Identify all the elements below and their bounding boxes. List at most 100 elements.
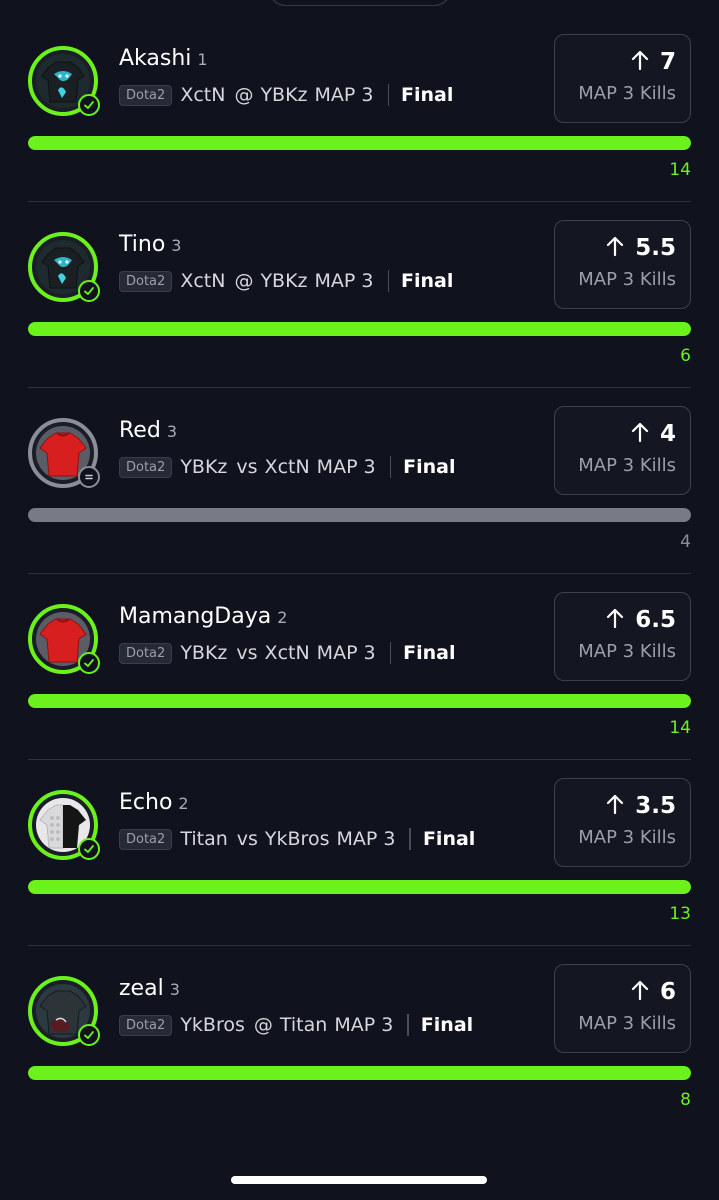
meta-divider [389, 642, 392, 664]
match-info: Dota2 YBKz vs XctN MAP 3 Final [119, 642, 456, 664]
progress-fill [28, 694, 691, 708]
arrow-up-icon [605, 793, 625, 819]
stat-label: MAP 3 Kills [578, 1013, 676, 1034]
pick-card[interactable]: Tino 3 Dota2 XctN @ YBKz MAP 3 Final 5.5 … [0, 216, 719, 402]
match-info: Dota2 YkBros @ Titan MAP 3 Final [119, 1014, 473, 1036]
team-name: YkBros [180, 1014, 245, 1036]
projection-box[interactable]: 3.5 MAP 3 Kills [554, 778, 691, 867]
progress-bar [28, 322, 691, 336]
check-icon [78, 94, 100, 116]
progress-fill [28, 322, 691, 336]
pick-card[interactable]: Echo 2 Dota2 Titan vs YkBros MAP 3 Final … [0, 774, 719, 960]
player-name-text: Akashi [119, 46, 192, 71]
game-status: Final [420, 1014, 474, 1036]
game-status: Final [403, 456, 456, 478]
line-value: 6 [659, 979, 676, 1005]
progress-fill [28, 508, 691, 522]
map-label: MAP 3 [314, 270, 374, 292]
opponent-name: XctN [264, 456, 310, 478]
stat-label: MAP 3 Kills [578, 641, 676, 662]
actual-result: 6 [680, 346, 691, 366]
match-info: Dota2 YBKz vs XctN MAP 3 Final [119, 456, 456, 478]
projection-line: 3.5 [605, 793, 676, 819]
match-connector: vs [236, 828, 258, 850]
player-avatar [28, 790, 100, 860]
player-name-text: MamangDaya [119, 604, 272, 629]
match-info: Dota2 XctN @ YBKz MAP 3 Final [119, 84, 453, 106]
map-label: MAP 3 [314, 84, 374, 106]
team-name: XctN [180, 84, 226, 106]
team-name: YBKz [180, 642, 228, 664]
player-name-text: Tino [119, 232, 166, 257]
progress-bar [28, 880, 691, 894]
top-segment-tab[interactable] [268, 0, 452, 6]
pick-card[interactable]: Akashi 1 Dota2 XctN @ YBKz MAP 3 Final 7 … [0, 30, 719, 216]
game-status: Final [422, 828, 476, 850]
stat-label: MAP 3 Kills [578, 827, 676, 848]
player-avatar [28, 418, 100, 488]
actual-result: 13 [669, 904, 691, 924]
stat-label: MAP 3 Kills [578, 455, 676, 476]
player-slot: 2 [277, 608, 288, 627]
projection-box[interactable]: 5.5 MAP 3 Kills [554, 220, 691, 309]
projection-box[interactable]: 6 MAP 3 Kills [554, 964, 691, 1053]
map-label: MAP 3 [334, 1014, 394, 1036]
home-indicator[interactable] [231, 1176, 487, 1184]
player-avatar [28, 232, 100, 302]
check-icon [78, 652, 100, 674]
projection-box[interactable]: 4 MAP 3 Kills [554, 406, 691, 495]
match-connector: vs [236, 456, 258, 478]
progress-bar [28, 1066, 691, 1080]
match-connector: @ [253, 1014, 273, 1036]
progress-bar [28, 136, 691, 150]
team-name: YBKz [180, 456, 228, 478]
pick-card[interactable]: zeal 3 Dota2 YkBros @ Titan MAP 3 Final 6… [0, 960, 719, 1146]
arrow-up-icon [605, 235, 625, 261]
opponent-name: YBKz [260, 84, 308, 106]
pick-card[interactable]: Red 3 Dota2 YBKz vs XctN MAP 3 Final 4 MA… [0, 402, 719, 588]
card-divider [28, 387, 691, 388]
map-label: MAP 3 [316, 456, 376, 478]
actual-result: 8 [680, 1090, 691, 1110]
progress-bar [28, 694, 691, 708]
progress-bar [28, 508, 691, 522]
projection-line: 7 [630, 49, 676, 75]
player-name: Red 3 [119, 418, 177, 443]
player-slot: 3 [169, 980, 180, 999]
player-name: Echo 2 [119, 790, 189, 815]
line-value: 6.5 [635, 607, 676, 633]
actual-result: 14 [669, 160, 691, 180]
player-name-text: zeal [119, 976, 164, 1001]
opponent-name: YkBros [264, 828, 330, 850]
arrow-up-icon [630, 979, 650, 1005]
player-slot: 3 [166, 422, 177, 441]
match-connector: vs [236, 642, 258, 664]
league-tag: Dota2 [119, 642, 173, 664]
meta-divider [387, 84, 389, 106]
game-status: Final [401, 270, 454, 292]
player-name: Tino 3 [119, 232, 181, 257]
projection-box[interactable]: 7 MAP 3 Kills [554, 34, 691, 123]
progress-fill [28, 880, 691, 894]
projection-box[interactable]: 6.5 MAP 3 Kills [554, 592, 691, 681]
projection-line: 5.5 [605, 235, 676, 261]
player-name-text: Echo [119, 790, 173, 815]
stat-label: MAP 3 Kills [578, 269, 676, 290]
game-status: Final [401, 84, 454, 106]
card-divider [28, 759, 691, 760]
opponent-name: YBKz [260, 270, 308, 292]
line-value: 4 [659, 421, 676, 447]
projection-line: 6.5 [605, 607, 676, 633]
card-divider [28, 945, 691, 946]
progress-fill [28, 1066, 691, 1080]
player-slot: 1 [197, 50, 208, 69]
arrow-up-icon [630, 421, 650, 447]
pick-card[interactable]: MamangDaya 2 Dota2 YBKz vs XctN MAP 3 Fin… [0, 588, 719, 774]
player-name: Akashi 1 [119, 46, 208, 71]
team-name: Titan [180, 828, 228, 850]
meta-divider [389, 456, 392, 478]
map-label: MAP 3 [316, 642, 376, 664]
progress-fill [28, 136, 691, 150]
actual-result: 4 [680, 532, 691, 552]
check-icon [78, 1024, 100, 1046]
